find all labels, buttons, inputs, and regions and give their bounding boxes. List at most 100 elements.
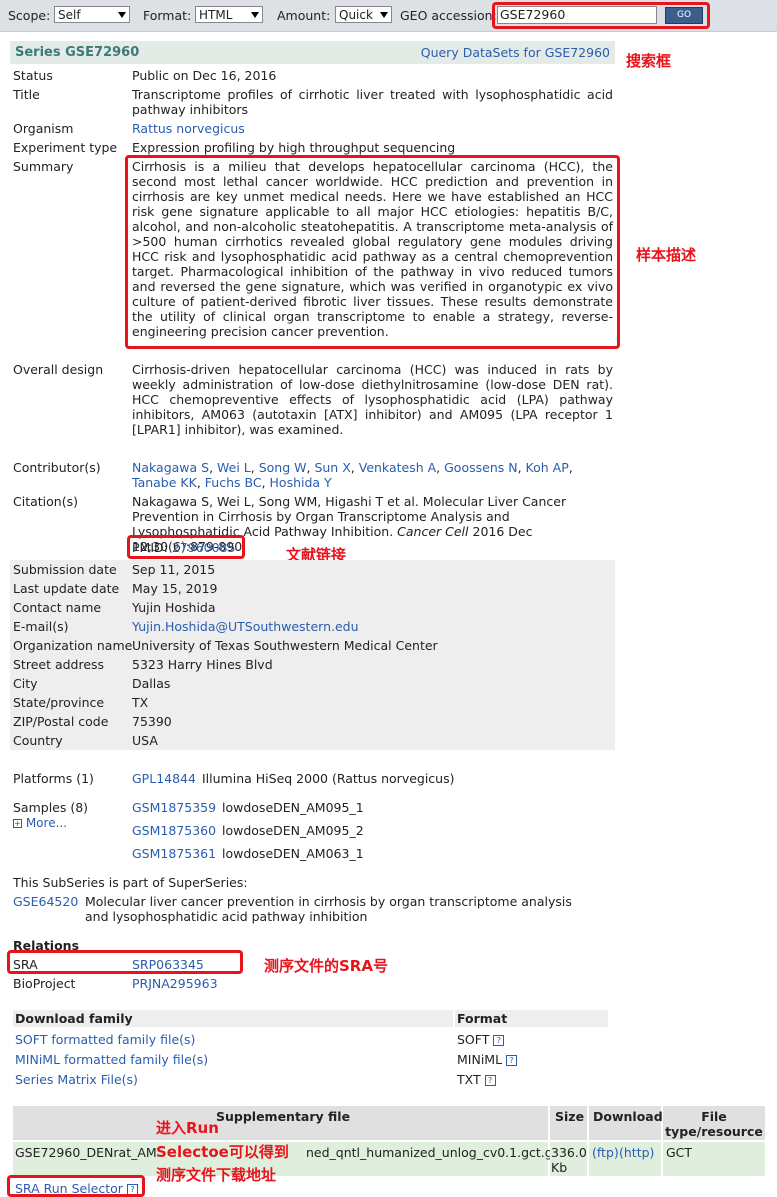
organism-label: Organism <box>13 121 74 136</box>
soft-format: SOFT? <box>457 1032 505 1047</box>
street-value: 5323 Harry Hines Blvd <box>132 657 273 672</box>
email-label: E-mail(s) <box>13 619 69 634</box>
samples-label: Samples (8) <box>13 800 89 815</box>
state-label: State/province <box>13 695 105 710</box>
contributor-link[interactable]: Nakagawa S <box>132 460 209 475</box>
citation-label: Citation(s) <box>13 494 78 509</box>
supp-type: GCT <box>666 1145 693 1160</box>
download-header: Download <box>589 1106 663 1140</box>
contributor-link[interactable]: Song W <box>259 460 307 475</box>
last-update-value: May 15, 2019 <box>132 581 218 596</box>
sample-desc: lowdoseDEN_AM063_1 <box>222 846 364 861</box>
contributor-link[interactable]: Venkatesh A <box>359 460 436 475</box>
contributor-link[interactable]: Sun X <box>314 460 350 475</box>
format-value: HTML <box>199 8 233 22</box>
status-value: Public on Dec 16, 2016 <box>132 68 277 83</box>
overall-design-label: Overall design <box>13 362 104 377</box>
search-box-highlight <box>492 2 710 29</box>
sample-link[interactable]: GSM1875360 <box>132 823 216 838</box>
organization-label: Organization name <box>13 638 133 653</box>
contributor-link[interactable]: Fuchs BC <box>205 475 262 490</box>
download-col: Download <box>593 1109 663 1124</box>
series-header: Series GSE72960 Query DataSets for GSE72… <box>10 41 615 64</box>
organization-value: University of Texas Southwestern Medical… <box>132 638 438 653</box>
city-value: Dallas <box>132 676 171 691</box>
supp-size: 336.0 Kb <box>550 1142 587 1176</box>
street-label: Street address <box>13 657 105 672</box>
help-icon[interactable]: ? <box>506 1055 518 1066</box>
size-header: Size <box>550 1106 587 1140</box>
contact-name-label: Contact name <box>13 600 102 615</box>
platform-link[interactable]: GPL14844 <box>132 771 196 786</box>
format-text: TXT <box>457 1072 481 1087</box>
txt-format: TXT? <box>457 1072 496 1087</box>
contributor-link[interactable]: Tanabe KK <box>132 475 197 490</box>
contributor-link[interactable]: Koh AP <box>526 460 569 475</box>
superseries-desc: Molecular liver cancer prevention in cir… <box>85 894 572 924</box>
organism-link[interactable]: Rattus norvegicus <box>132 121 245 136</box>
supp-download-cell: (ftp) (http) <box>589 1142 661 1176</box>
annotation-run-selector-2: Selectoe可以得到 <box>156 1143 289 1161</box>
bioproject-label: BioProject <box>13 976 76 991</box>
samples-more-link[interactable]: More... <box>26 816 67 830</box>
miniml-format: MINiML? <box>457 1052 518 1067</box>
chevron-down-icon <box>380 12 388 18</box>
soft-family-link[interactable]: SOFT formatted family file(s) <box>15 1032 195 1047</box>
amount-label: Amount: <box>277 8 331 23</box>
chevron-down-icon <box>251 12 259 18</box>
ftp-link[interactable]: (ftp) <box>592 1145 619 1160</box>
city-label: City <box>13 676 38 691</box>
sample-desc: lowdoseDEN_AM095_2 <box>222 823 364 838</box>
superseries-note: This SubSeries is part of SuperSeries: <box>13 875 248 890</box>
email-link[interactable]: Yujin.Hoshida@UTSouthwestern.edu <box>132 619 359 634</box>
chevron-down-icon <box>118 12 126 18</box>
file-type-header: File type/resource <box>663 1106 765 1140</box>
contributor-link[interactable]: Wei L <box>217 460 251 475</box>
geo-label: GEO accession: <box>400 8 497 23</box>
size-col: Size <box>555 1109 585 1124</box>
annotation-run-selector-3: 测序文件下载地址 <box>156 1166 277 1184</box>
contributor-link[interactable]: Hoshida Y <box>270 475 332 490</box>
run-selector-highlight <box>7 1175 145 1197</box>
sample-link[interactable]: GSM1875359 <box>132 800 216 815</box>
miniml-family-link[interactable]: MINiML formatted family file(s) <box>15 1052 208 1067</box>
query-datasets-link[interactable]: Query DataSets for GSE72960 <box>421 45 610 60</box>
supp-type-cell: GCT <box>663 1142 765 1176</box>
supp-file-name-end: ned_qntl_humanized_unlog_cv0.1.gct.gz <box>306 1145 560 1160</box>
scope-value: Self <box>58 8 81 22</box>
contributors-list: Nakagawa S, Wei L, Song W, Sun X, Venkat… <box>132 460 573 490</box>
download-family-header: Download family <box>13 1010 453 1027</box>
amount-select[interactable]: Quick <box>335 6 392 23</box>
contributors-label: Contributor(s) <box>13 460 101 475</box>
annotation-run-selector-1: 进入Run <box>156 1119 219 1137</box>
scope-select[interactable]: Self <box>54 6 130 23</box>
samples-more-toggle[interactable]: + More... <box>13 816 67 830</box>
last-update-label: Last update date <box>13 581 120 596</box>
annotation-sample-desc: 样本描述 <box>636 246 697 264</box>
pmid-highlight <box>127 535 245 559</box>
expand-plus-icon: + <box>13 819 22 828</box>
superseries-link[interactable]: GSE64520 <box>13 894 78 909</box>
submission-date-value: Sep 11, 2015 <box>132 562 216 577</box>
sample-link[interactable]: GSM1875361 <box>132 846 216 861</box>
help-icon[interactable]: ? <box>484 1075 496 1086</box>
sra-highlight <box>7 950 243 974</box>
title-value: Transcriptome profiles of cirrhotic live… <box>132 87 613 117</box>
annotation-sra-number: 测序文件的SRA号 <box>264 957 388 975</box>
help-icon[interactable]: ? <box>493 1035 505 1046</box>
zip-label: ZIP/Postal code <box>13 714 109 729</box>
format-select[interactable]: HTML <box>195 6 263 23</box>
country-label: Country <box>13 733 63 748</box>
sample-desc: lowdoseDEN_AM095_1 <box>222 800 364 815</box>
amount-value: Quick <box>339 8 373 22</box>
platforms-label: Platforms (1) <box>13 771 94 786</box>
experiment-type-label: Experiment type <box>13 140 118 155</box>
series-matrix-link[interactable]: Series Matrix File(s) <box>15 1072 138 1087</box>
supp-file-col: Supplementary file <box>216 1109 351 1124</box>
contact-name-value: Yujin Hoshida <box>132 600 216 615</box>
country-value: USA <box>132 733 158 748</box>
http-link[interactable]: (http) <box>619 1145 654 1160</box>
bioproject-link[interactable]: PRJNA295963 <box>132 976 218 991</box>
overall-design-text: Cirrhosis-driven hepatocellular carcinom… <box>132 362 613 437</box>
contributor-link[interactable]: Goossens N <box>444 460 517 475</box>
